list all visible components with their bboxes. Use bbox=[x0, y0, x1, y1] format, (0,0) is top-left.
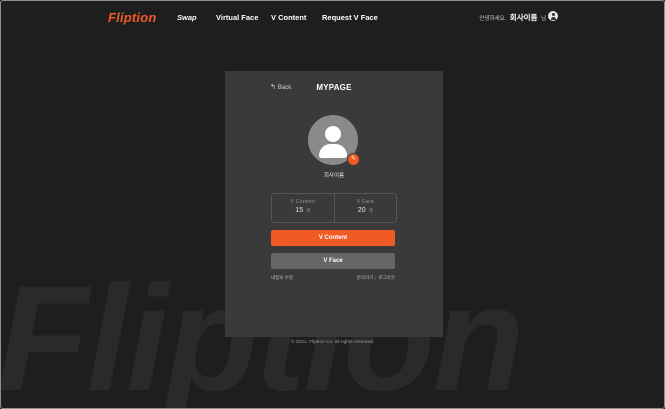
copyright-text: © 2021. Fliption Co. all rights reserved… bbox=[291, 340, 374, 345]
avatar-body-shape bbox=[319, 144, 347, 158]
stat-unit: 개 bbox=[368, 208, 373, 213]
nav-v-content[interactable]: V Content bbox=[271, 13, 306, 22]
support-links: 문의하기 | 로그아웃 bbox=[357, 275, 395, 281]
profile-name: 회사이름 bbox=[323, 173, 345, 179]
app-frame: Fliption Fliption Swap Virtual Face V Co… bbox=[0, 0, 665, 409]
user-greeting: 안녕하세요. 회사이름 님 bbox=[479, 12, 546, 23]
inquiry-link[interactable]: 문의하기 bbox=[357, 275, 374, 280]
nav-swap[interactable]: Swap bbox=[177, 13, 197, 22]
edit-info-link[interactable]: 내정보 수정 bbox=[271, 275, 293, 281]
header-user-name: 회사이름 bbox=[509, 13, 538, 22]
stat-unit: 개 bbox=[306, 208, 311, 213]
stat-v-content: V Content 15 개 bbox=[272, 194, 334, 222]
brand-logo[interactable]: Fliption bbox=[108, 10, 157, 25]
nav-request-v-face[interactable]: Request V Face bbox=[322, 13, 378, 22]
edit-pencil-icon[interactable]: ✎ bbox=[347, 153, 360, 166]
page-title: MYPAGE bbox=[316, 83, 352, 92]
mypage-card: ↰ Back MYPAGE ✎ 회사이름 V Content 15 개 V Fac… bbox=[225, 71, 443, 337]
stats-box: V Content 15 개 V Face 20 개 bbox=[271, 193, 397, 223]
v-face-button[interactable]: V Face bbox=[271, 253, 395, 269]
v-content-button[interactable]: V Content bbox=[271, 230, 395, 246]
stat-v-face: V Face 20 개 bbox=[333, 194, 397, 222]
stat-label: V Content bbox=[290, 199, 315, 205]
stat-label: V Face bbox=[356, 199, 374, 205]
logout-link[interactable]: 로그아웃 bbox=[378, 275, 395, 280]
stat-value: 15 개 bbox=[272, 207, 334, 214]
stat-number: 15 bbox=[295, 207, 304, 214]
user-account-icon[interactable] bbox=[548, 11, 558, 21]
top-navigation-bar: Fliption Swap Virtual Face V Content Req… bbox=[1, 1, 664, 33]
honorific-text: 님 bbox=[540, 16, 546, 22]
greeting-text: 안녕하세요. bbox=[479, 16, 507, 22]
avatar-head-shape bbox=[325, 126, 341, 142]
nav-virtual-face[interactable]: Virtual Face bbox=[216, 13, 258, 22]
stat-value: 20 개 bbox=[335, 207, 397, 214]
link-divider: | bbox=[375, 275, 377, 280]
stat-number: 20 bbox=[357, 207, 366, 214]
